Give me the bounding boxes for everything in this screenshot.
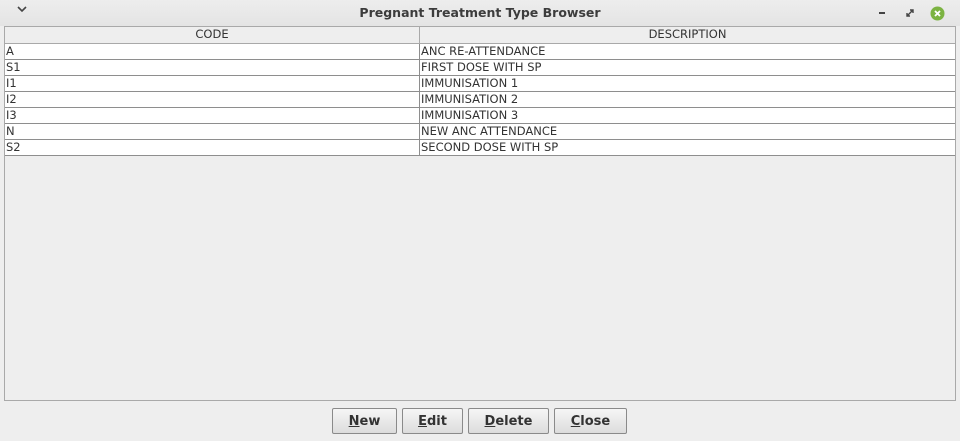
close-button-mnemonic: C [570, 413, 581, 429]
cell-description[interactable]: IMMUNISATION 3 [420, 108, 955, 123]
new-button-label: ew [359, 413, 381, 429]
table-row[interactable]: I1 IMMUNISATION 1 [5, 76, 955, 92]
title-bar[interactable]: Pregnant Treatment Type Browser [0, 0, 960, 26]
cell-code[interactable]: S1 [5, 60, 420, 75]
cell-description[interactable]: IMMUNISATION 2 [420, 92, 955, 107]
cell-description[interactable]: SECOND DOSE WITH SP [420, 140, 955, 155]
cell-code[interactable]: I2 [5, 92, 420, 107]
treatment-type-table[interactable]: CODE DESCRIPTION A ANC RE-ATTENDANCE S1 … [4, 26, 956, 401]
new-button-mnemonic: N [348, 413, 360, 429]
table-header: CODE DESCRIPTION [5, 27, 955, 44]
maximize-icon[interactable] [902, 5, 918, 21]
cell-description[interactable]: NEW ANC ATTENDANCE [420, 124, 955, 139]
edit-button-label: dit [426, 413, 447, 429]
delete-button[interactable]: Delete [468, 408, 549, 434]
edit-button[interactable]: Edit [402, 408, 463, 434]
window-title: Pregnant Treatment Type Browser [359, 5, 601, 20]
cell-description[interactable]: FIRST DOSE WITH SP [420, 60, 955, 75]
cell-code[interactable]: N [5, 124, 420, 139]
new-button[interactable]: New [332, 408, 397, 434]
table-row[interactable]: A ANC RE-ATTENDANCE [5, 44, 955, 60]
minimize-icon[interactable] [874, 5, 890, 21]
browser-window: Pregnant Treatment Type Browser CODE DES… [0, 0, 960, 441]
column-header-code[interactable]: CODE [5, 27, 420, 43]
cell-description[interactable]: ANC RE-ATTENDANCE [420, 44, 955, 59]
cell-code[interactable]: I3 [5, 108, 420, 123]
close-button[interactable]: Close [554, 408, 627, 434]
table-row[interactable]: S2 SECOND DOSE WITH SP [5, 140, 955, 156]
cell-code[interactable]: S2 [5, 140, 420, 155]
button-bar: New Edit Delete Close [0, 405, 960, 435]
table-row[interactable]: I3 IMMUNISATION 3 [5, 108, 955, 124]
close-button-label: lose [580, 413, 611, 429]
table-row[interactable]: N NEW ANC ATTENDANCE [5, 124, 955, 140]
cell-description[interactable]: IMMUNISATION 1 [420, 76, 955, 91]
table-row[interactable]: I2 IMMUNISATION 2 [5, 92, 955, 108]
edit-button-mnemonic: E [418, 413, 427, 429]
delete-button-mnemonic: D [484, 413, 496, 429]
delete-button-label: elete [495, 413, 533, 429]
cell-code[interactable]: A [5, 44, 420, 59]
close-icon[interactable] [929, 5, 945, 21]
cell-code[interactable]: I1 [5, 76, 420, 91]
table-row[interactable]: S1 FIRST DOSE WITH SP [5, 60, 955, 76]
column-header-description[interactable]: DESCRIPTION [420, 27, 955, 43]
